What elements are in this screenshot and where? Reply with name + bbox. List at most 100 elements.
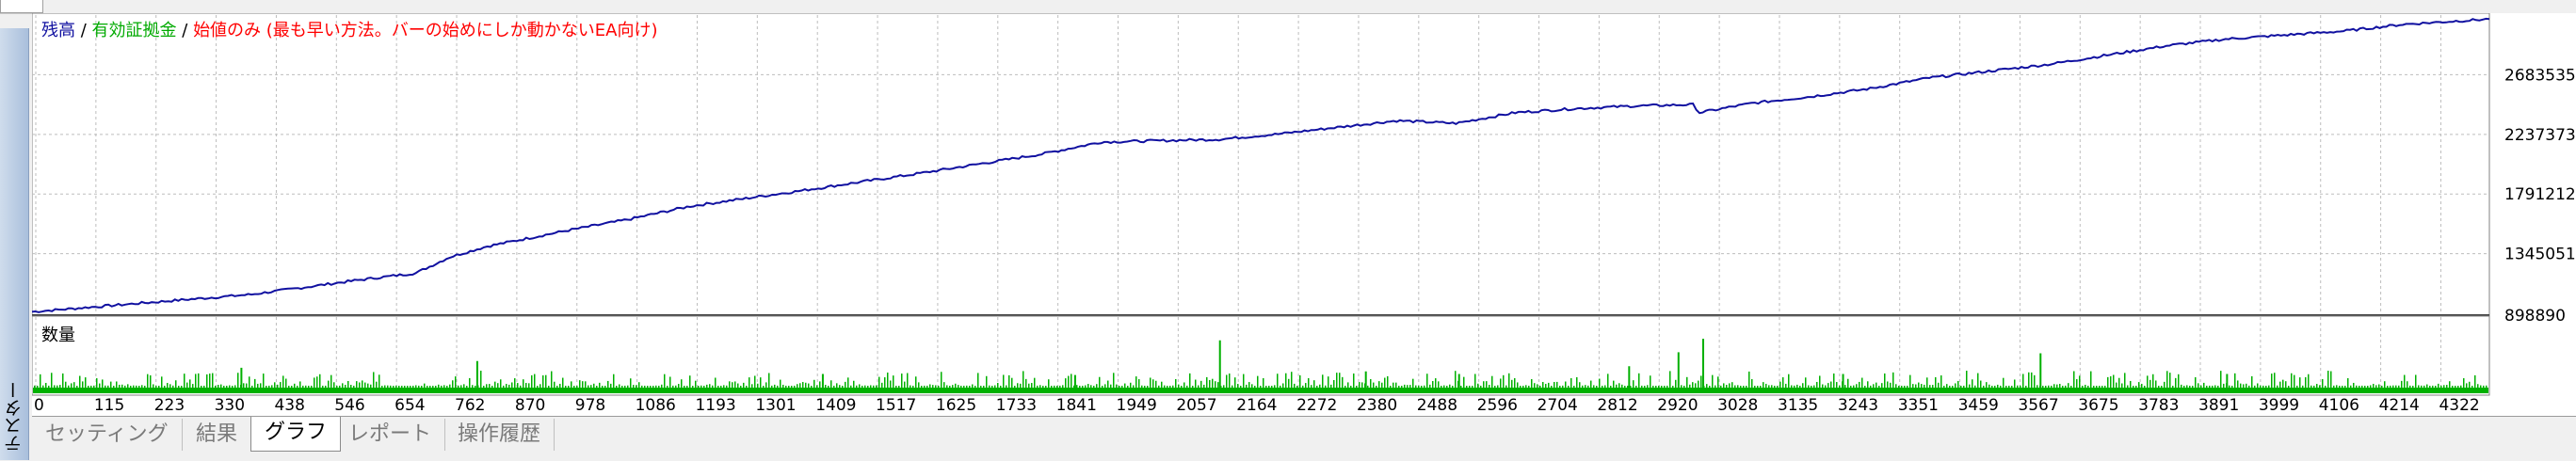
- volume-bar: [2440, 385, 2442, 389]
- legend-equity: 有効証拠金: [92, 21, 177, 40]
- volume-bar: [1121, 385, 1123, 389]
- volume-bar: [539, 384, 541, 389]
- volume-bar: [65, 381, 67, 389]
- volume-bar: [1709, 385, 1711, 389]
- volume-bar: [1017, 383, 1019, 389]
- volume-bar: [1483, 381, 1485, 389]
- volume-bar: [2268, 385, 2270, 389]
- tab-0[interactable]: セッティング: [32, 419, 183, 451]
- volume-bar: [2020, 385, 2021, 389]
- volume-bar: [590, 385, 592, 389]
- volume-bar: [1777, 385, 1779, 389]
- tester-sidebar[interactable]: テスター: [0, 28, 29, 460]
- volume-bar: [1650, 375, 1651, 389]
- volume-bar: [2130, 380, 2132, 389]
- volume-bar: [229, 385, 231, 389]
- volume-bar: [1045, 385, 1047, 389]
- tab-4[interactable]: 操作履歴: [444, 419, 555, 451]
- volume-bar: [2028, 372, 2030, 389]
- top-bar: [0, 0, 2576, 14]
- volume-bar: [633, 385, 635, 389]
- volume-bar: [2486, 385, 2487, 389]
- volume-bar: [378, 374, 380, 389]
- volume-bar: [1788, 374, 1790, 389]
- volume-bar: [121, 384, 123, 389]
- volume-bar: [695, 380, 697, 389]
- volume-spike: [240, 367, 243, 389]
- volume-bar: [288, 385, 290, 389]
- volume-bar: [2172, 385, 2174, 389]
- volume-bar: [1946, 384, 1948, 389]
- volume-bar: [1638, 373, 1640, 389]
- volume-bar: [2068, 383, 2069, 389]
- volume-bar: [2384, 381, 2386, 389]
- volume-bar: [712, 385, 714, 389]
- volume-bar: [537, 386, 539, 389]
- volume-bar: [924, 385, 926, 389]
- volume-bar: [1952, 385, 1954, 389]
- volume-bar: [2053, 384, 2055, 389]
- volume-bar: [2017, 385, 2019, 389]
- volume-bar: [2248, 385, 2250, 389]
- volume-bar: [2390, 385, 2391, 389]
- volume-bar: [616, 385, 618, 389]
- volume-bar: [531, 374, 533, 389]
- volume-bar: [2003, 377, 2004, 389]
- volume-bar: [500, 379, 502, 389]
- volume-bar: [1983, 385, 1985, 389]
- volume-bar: [1870, 385, 1872, 389]
- tester-tab-bar: セッティング 結果 グラフ レポート 操作履歴: [32, 416, 2576, 461]
- x-tick-label: 2380: [1357, 396, 1397, 415]
- x-tick-label: 2920: [1657, 396, 1698, 415]
- y-tick-label: 1345051: [2504, 246, 2576, 264]
- volume-bar: [1305, 383, 1307, 389]
- volume-bar: [977, 373, 979, 389]
- volume-bar: [1393, 382, 1394, 389]
- volume-bar: [1466, 385, 1468, 389]
- volume-bar: [1299, 374, 1301, 389]
- volume-bar: [432, 385, 434, 389]
- volume-bar: [918, 382, 920, 389]
- volume-bar: [1215, 381, 1216, 389]
- volume-bar: [1325, 385, 1327, 389]
- volume-bar: [1150, 377, 1151, 389]
- volume-bar: [681, 379, 683, 389]
- volume-bar: [794, 385, 796, 389]
- volume-bar: [2325, 385, 2326, 389]
- volume-bar: [1412, 378, 1414, 389]
- legend-balance: 残高: [41, 21, 75, 40]
- volume-bar: [2045, 385, 2047, 389]
- volume-bar: [2477, 384, 2479, 389]
- volume-bar: [1554, 382, 1555, 389]
- tab-3[interactable]: レポート: [335, 419, 446, 451]
- volume-bar: [542, 375, 544, 389]
- volume-bar: [82, 381, 84, 389]
- volume-spike: [2039, 353, 2042, 389]
- volume-bar: [198, 373, 200, 389]
- volume-bar: [2214, 385, 2216, 389]
- x-tick-label: 1301: [755, 396, 796, 415]
- volume-bar: [1248, 382, 1250, 389]
- volume-bar: [2107, 376, 2109, 389]
- volume-bar: [68, 385, 70, 389]
- tab-1[interactable]: 結果: [183, 419, 252, 451]
- volume-bar: [751, 384, 753, 389]
- tab-2[interactable]: グラフ: [250, 417, 342, 452]
- volume-bar: [364, 382, 366, 389]
- volume-bar: [1669, 371, 1671, 389]
- volume-bar: [559, 383, 561, 389]
- volume-bar: [2198, 383, 2199, 389]
- volume-bar: [638, 382, 640, 389]
- volume-bar: [1288, 378, 1290, 389]
- volume-bar: [760, 377, 762, 389]
- volume-bar: [1819, 375, 1821, 389]
- volume-bar: [1155, 380, 1157, 389]
- volume-bar: [1890, 382, 1892, 389]
- volume-bar: [141, 385, 143, 389]
- volume-bar: [1051, 385, 1053, 389]
- top-tab-edge[interactable]: [0, 0, 43, 13]
- volume-bar: [105, 385, 106, 389]
- volume-bar: [1322, 374, 1324, 389]
- volume-spike: [1073, 374, 1076, 389]
- volume-bar: [424, 383, 426, 389]
